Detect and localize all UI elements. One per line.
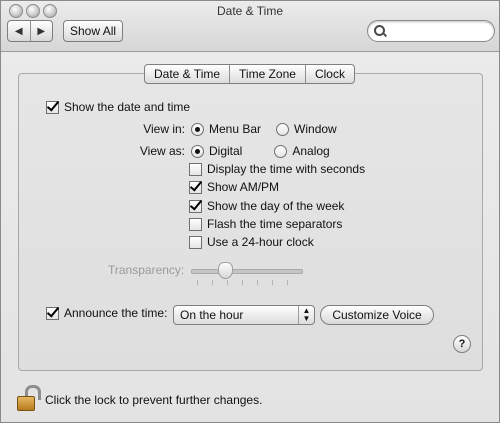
menu-bar-radio[interactable] [191, 122, 204, 136]
weekday-checkbox[interactable] [189, 199, 202, 213]
tab-time-zone[interactable]: Time Zone [229, 65, 305, 83]
show-date-time-checkbox[interactable] [46, 100, 59, 114]
back-arrow-icon: ◀ [14, 25, 23, 37]
announce-checkbox[interactable] [46, 306, 59, 320]
slider-tick [242, 280, 243, 285]
flash-separators-label: Flash the time separators [207, 217, 343, 231]
show-date-time-row: Show the date and time [46, 100, 190, 114]
analog-label: Analog [292, 144, 330, 158]
digital-radio[interactable] [191, 144, 204, 158]
view-in-label: View in: [143, 122, 185, 136]
back-forward-control: ◀ ▶ [7, 20, 53, 42]
window-radio[interactable] [276, 122, 290, 136]
tab-bar: Date & Time Time Zone Clock [144, 64, 355, 84]
title-bar: Date & Time ◀ ▶ Show All [1, 1, 499, 52]
slider-tick [197, 280, 198, 285]
announce-row: Announce the time: [46, 306, 167, 320]
option-flash-row: Flash the time separators [189, 217, 342, 231]
window-label: Window [294, 122, 337, 136]
menu-bar-label: Menu Bar [209, 122, 262, 136]
analog-radio[interactable] [274, 144, 288, 158]
show-date-time-label: Show the date and time [64, 100, 191, 114]
view-in-row: View in: Menu Bar Window [125, 122, 337, 136]
customize-voice-button[interactable]: Customize Voice [320, 305, 434, 325]
lock-status-text: Click the lock to prevent further change… [45, 393, 263, 407]
option-weekday-row: Show the day of the week [189, 199, 344, 213]
transparency-slider-track[interactable] [191, 269, 303, 274]
show-all-button[interactable]: Show All [63, 20, 124, 42]
24-hour-label: Use a 24-hour clock [207, 235, 314, 249]
slider-tick [287, 280, 288, 285]
search-field[interactable] [367, 20, 495, 42]
forward-button[interactable]: ▶ [29, 21, 53, 41]
flash-separators-checkbox[interactable] [189, 217, 202, 231]
tab-clock[interactable]: Clock [304, 65, 354, 83]
digital-label: Digital [209, 144, 243, 158]
announce-label: Announce the time: [64, 306, 168, 320]
option-seconds-row: Display the time with seconds [189, 162, 365, 176]
weekday-label: Show the day of the week [207, 199, 345, 213]
forward-arrow-icon: ▶ [37, 25, 46, 37]
option-ampm-row: Show AM/PM [189, 180, 279, 194]
slider-tick [257, 280, 258, 285]
slider-tick [212, 280, 213, 285]
view-as-row: View as: Digital Analog [125, 144, 330, 158]
search-input[interactable] [388, 22, 492, 40]
announce-interval-popup[interactable]: On the hour ▲ ▼ [173, 305, 315, 325]
lock-icon[interactable] [17, 385, 41, 411]
search-icon [374, 25, 385, 36]
preferences-window: Date & Time ◀ ▶ Show All Date & Time Tim… [0, 0, 500, 423]
help-button[interactable]: ? [453, 335, 471, 353]
24-hour-checkbox[interactable] [189, 235, 202, 249]
back-button[interactable]: ◀ [8, 21, 30, 41]
option-24h-row: Use a 24-hour clock [189, 235, 314, 249]
transparency-label: Transparency: [108, 263, 185, 277]
announce-interval-value: On the hour [180, 308, 244, 322]
popup-arrows-icon: ▲ ▼ [298, 306, 314, 324]
transparency-slider-knob[interactable] [218, 262, 233, 279]
lock-body [17, 396, 35, 411]
ampm-label: Show AM/PM [207, 180, 280, 194]
seconds-checkbox[interactable] [189, 162, 202, 176]
slider-tick [227, 280, 228, 285]
seconds-label: Display the time with seconds [207, 162, 366, 176]
view-as-label: View as: [139, 144, 185, 158]
window-title: Date & Time [216, 4, 284, 18]
tab-date-time[interactable]: Date & Time [145, 65, 229, 83]
ampm-checkbox[interactable] [189, 180, 202, 194]
slider-tick [272, 280, 273, 285]
